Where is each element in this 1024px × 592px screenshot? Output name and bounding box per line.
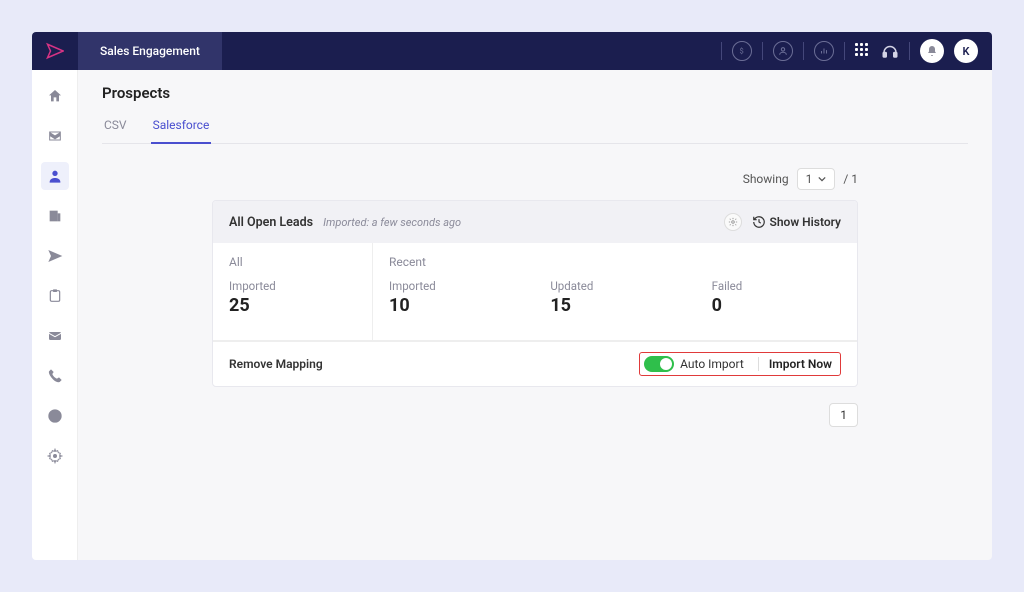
sidebar-item-settings[interactable] bbox=[41, 442, 69, 470]
sidebar-item-mail[interactable] bbox=[41, 322, 69, 350]
metric-value: 15 bbox=[550, 295, 679, 316]
app-name[interactable]: Sales Engagement bbox=[78, 32, 222, 70]
dialpad-icon[interactable] bbox=[855, 43, 871, 59]
paper-plane-icon bbox=[46, 42, 64, 60]
divider bbox=[844, 42, 845, 60]
auto-import-label: Auto Import bbox=[680, 357, 744, 371]
divider bbox=[803, 42, 804, 60]
showing-label: Showing bbox=[743, 172, 789, 186]
user-avatar[interactable]: K bbox=[954, 39, 978, 63]
divider bbox=[762, 42, 763, 60]
metric-label: Imported bbox=[229, 279, 356, 293]
sidebar-item-sequences[interactable] bbox=[41, 242, 69, 270]
showing-total: / 1 bbox=[843, 172, 858, 186]
page-title: Prospects bbox=[102, 84, 968, 102]
pagination: 1 bbox=[212, 403, 858, 427]
app-frame: Sales Engagement $ bbox=[32, 32, 992, 560]
showing-indicator: Showing 1 / 1 bbox=[212, 168, 858, 190]
stats-row: All Imported 25 Recent Imported 10 bbox=[213, 243, 857, 341]
notifications-button[interactable] bbox=[920, 39, 944, 63]
card-settings-button[interactable] bbox=[724, 213, 742, 231]
metric-label: Imported bbox=[389, 279, 518, 293]
tabbar: CSV Salesforce bbox=[102, 112, 968, 144]
headset-icon[interactable] bbox=[881, 42, 899, 60]
col-recent-label: Recent bbox=[373, 255, 857, 269]
sidebar-item-tasks[interactable] bbox=[41, 282, 69, 310]
chart-icon[interactable] bbox=[814, 41, 834, 61]
import-card: All Open Leads Imported: a few seconds a… bbox=[212, 200, 858, 387]
show-history-button[interactable]: Show History bbox=[752, 215, 842, 229]
dollar-icon[interactable]: $ bbox=[732, 41, 752, 61]
divider bbox=[909, 42, 910, 60]
main-content: Prospects CSV Salesforce Showing 1 / 1 A… bbox=[78, 70, 992, 560]
tab-csv[interactable]: CSV bbox=[102, 112, 129, 143]
sidebar-item-prospects[interactable] bbox=[41, 162, 69, 190]
card-title: All Open Leads bbox=[229, 215, 313, 230]
tab-salesforce[interactable]: Salesforce bbox=[151, 112, 212, 144]
metric-label: Failed bbox=[712, 279, 841, 293]
card-footer: Remove Mapping Auto Import Import Now bbox=[213, 341, 857, 386]
divider bbox=[721, 42, 722, 60]
auto-import-toggle[interactable] bbox=[644, 356, 674, 372]
highlight-box: Auto Import Import Now bbox=[639, 352, 841, 376]
topbar-actions: $ K bbox=[721, 32, 992, 70]
import-now-button[interactable]: Import Now bbox=[758, 357, 832, 371]
chevron-down-icon bbox=[818, 175, 826, 183]
page-1-button[interactable]: 1 bbox=[829, 403, 858, 427]
sidebar-item-inbox[interactable] bbox=[41, 122, 69, 150]
sidebar-item-calls[interactable] bbox=[41, 362, 69, 390]
card-header: All Open Leads Imported: a few seconds a… bbox=[213, 201, 857, 243]
sidebar-item-accounts[interactable] bbox=[41, 202, 69, 230]
remove-mapping-button[interactable]: Remove Mapping bbox=[229, 357, 323, 371]
metric-value: 25 bbox=[229, 295, 356, 316]
sidebar-item-reports[interactable] bbox=[41, 402, 69, 430]
history-icon bbox=[752, 215, 766, 229]
topbar: Sales Engagement $ bbox=[32, 32, 992, 70]
metric-value: 0 bbox=[712, 295, 841, 316]
metric-value: 10 bbox=[389, 295, 518, 316]
svg-text:$: $ bbox=[740, 47, 744, 56]
user-icon[interactable] bbox=[773, 41, 793, 61]
col-all-label: All bbox=[229, 255, 356, 269]
sidebar-item-home[interactable] bbox=[41, 82, 69, 110]
metric-label: Updated bbox=[550, 279, 679, 293]
gear-icon bbox=[728, 217, 738, 227]
sidebar bbox=[32, 70, 78, 560]
logo[interactable] bbox=[32, 32, 78, 70]
page-select[interactable]: 1 bbox=[797, 168, 836, 190]
card-subtitle: Imported: a few seconds ago bbox=[323, 216, 461, 229]
